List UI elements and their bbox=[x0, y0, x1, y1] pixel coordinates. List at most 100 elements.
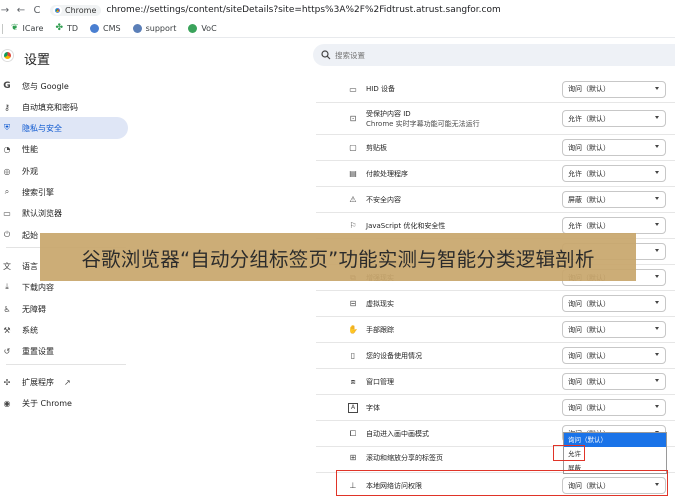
permission-select-value: 询问（默认） bbox=[568, 403, 610, 412]
chrome-logo-icon bbox=[53, 5, 62, 15]
url-text[interactable]: chrome://settings/content/siteDetails?si… bbox=[106, 5, 500, 15]
sidebar-item-performance[interactable]: ◔ 性能 bbox=[0, 138, 128, 160]
sidebar-item-label: 搜索引擎 bbox=[22, 187, 54, 197]
permission-select[interactable]: 允许（默认） bbox=[562, 110, 666, 127]
chevron-down-icon bbox=[655, 353, 659, 356]
accessibility-icon: ♿ bbox=[3, 304, 11, 314]
bookmark-td[interactable]: ✤ TD bbox=[55, 23, 78, 34]
sidebar: G 您与 Google ⚷ 自动填充和密码 ⛨ 隐私与安全 ◔ 性能 ◎ 外观 … bbox=[0, 74, 140, 500]
bookmark-voc[interactable]: VoC bbox=[188, 24, 217, 33]
globe-icon bbox=[90, 24, 100, 33]
permission-label: 付款处理程序 bbox=[366, 169, 408, 178]
speedometer-icon: ◔ bbox=[3, 144, 11, 154]
sidebar-item-label: 自动填充和密码 bbox=[22, 102, 78, 112]
permission-select-value: 询问（默认） bbox=[568, 351, 610, 360]
sidebar-item-accessibility[interactable]: ♿ 无障碍 bbox=[0, 298, 128, 320]
permission-select[interactable]: 询问（默认） bbox=[562, 295, 666, 312]
permission-select[interactable]: 允许（默认） bbox=[562, 165, 666, 182]
permission-select-value: 询问（默认） bbox=[568, 325, 610, 334]
permission-select[interactable]: 询问（默认） bbox=[562, 321, 666, 338]
sidebar-item-label: 系统 bbox=[22, 325, 38, 335]
search-box[interactable] bbox=[313, 44, 675, 66]
bookmark-label: support bbox=[145, 24, 177, 33]
vr-icon: ⊟ bbox=[349, 299, 357, 308]
sidebar-item-label: 重置设置 bbox=[22, 346, 54, 356]
sidebar-item-privacy[interactable]: ⛨ 隐私与安全 bbox=[0, 117, 128, 139]
bookmark-support[interactable]: support bbox=[132, 24, 177, 33]
bookmark-label: VoC bbox=[201, 24, 217, 33]
sidebar-item-autofill[interactable]: ⚷ 自动填充和密码 bbox=[0, 96, 128, 118]
permission-label: 手部跟踪 bbox=[366, 325, 394, 334]
sidebar-item-label: 语言 bbox=[22, 261, 38, 271]
chevron-down-icon bbox=[655, 197, 659, 200]
browser-icon: ▭ bbox=[3, 208, 11, 218]
permission-select[interactable]: 询问（默认） bbox=[562, 347, 666, 364]
search-input[interactable] bbox=[335, 50, 635, 60]
search-icon bbox=[321, 50, 331, 60]
download-icon: ⤓ bbox=[5, 282, 9, 291]
google-g-icon: G bbox=[3, 81, 11, 91]
sidebar-item-system[interactable]: ⚒ 系统 bbox=[0, 319, 128, 341]
power-icon: ⏻ bbox=[3, 230, 11, 239]
payment-icon: ▤ bbox=[349, 169, 357, 178]
permission-row-insecure-content: ⚠ 不安全内容 屏蔽（默认） bbox=[316, 186, 675, 212]
puzzle-icon: ✣ bbox=[3, 377, 11, 387]
search-icon: ⌕ bbox=[4, 187, 10, 196]
sidebar-item-label: 默认浏览器 bbox=[22, 208, 62, 218]
chevron-down-icon bbox=[655, 405, 659, 408]
globe-icon bbox=[188, 24, 198, 33]
chrome-chip[interactable]: Chrome bbox=[50, 4, 102, 16]
sidebar-item-about[interactable]: ◉ 关于 Chrome bbox=[0, 392, 128, 414]
permission-select[interactable]: 屏蔽（默认） bbox=[562, 191, 666, 208]
leaf-icon: ❦ bbox=[11, 23, 19, 33]
title-banner: 谷歌浏览器“自动分组标签页”功能实测与智能分类逻辑剖析 bbox=[40, 233, 636, 281]
forward-icon[interactable]: → bbox=[0, 5, 10, 16]
permission-row-clipboard: ▢ 剪贴板 询问（默认） bbox=[316, 134, 675, 160]
permission-row-hand-tracking: ✋ 手部跟踪 询问（默认） bbox=[316, 316, 675, 342]
sidebar-item-label: 您与 Google bbox=[22, 81, 69, 91]
chevron-down-icon bbox=[655, 116, 659, 119]
sidebar-item-google[interactable]: G 您与 Google bbox=[0, 75, 128, 97]
chevron-down-icon bbox=[655, 86, 659, 90]
sidebar-item-extensions[interactable]: ✣ 扩展程序 ↗ bbox=[0, 371, 128, 393]
chrome-icon: ◉ bbox=[3, 398, 11, 408]
permission-select-value: 询问（默认） bbox=[568, 85, 610, 93]
permission-select[interactable]: 询问（默认） bbox=[562, 80, 666, 98]
bookmark-cms[interactable]: CMS bbox=[90, 24, 121, 33]
warning-icon: ⚠ bbox=[349, 195, 357, 204]
chevron-down-icon bbox=[655, 327, 659, 330]
window-icon: ⧈ bbox=[350, 376, 356, 386]
sidebar-item-default-browser[interactable]: ▭ 默认浏览器 bbox=[0, 202, 128, 224]
sidebar-item-reset[interactable]: ↺ 重置设置 bbox=[0, 340, 128, 362]
bookmark-icare[interactable]: ❦ ICare bbox=[11, 23, 43, 34]
leaf-icon: ✤ bbox=[55, 23, 63, 33]
back-arrow-icon[interactable]: ← bbox=[14, 5, 28, 16]
permission-label: 受保护内容 ID bbox=[366, 109, 411, 118]
permission-select[interactable]: 询问（默认） bbox=[562, 139, 666, 156]
sidebar-item-appearance[interactable]: ◎ 外观 bbox=[0, 160, 128, 182]
permission-select[interactable]: 允许（默认） bbox=[562, 217, 666, 234]
permission-label: 窗口管理 bbox=[366, 377, 394, 386]
device-usage-icon: ▯ bbox=[350, 351, 356, 360]
permission-select[interactable]: 询问（默认） bbox=[562, 373, 666, 390]
sidebar-item-label: 外观 bbox=[22, 166, 38, 176]
permission-row-vr: ⊟ 虚拟现实 询问（默认） bbox=[316, 290, 675, 316]
permission-select[interactable]: 询问（默认） bbox=[562, 399, 666, 416]
permission-select-value: 询问（默认） bbox=[568, 143, 610, 152]
sidebar-item-label: 关于 Chrome bbox=[22, 398, 72, 408]
permission-row-window-management: ⧈ 窗口管理 询问（默认） bbox=[316, 368, 675, 394]
settings-header: 设置 bbox=[0, 38, 675, 74]
reload-icon[interactable]: C bbox=[30, 5, 44, 16]
sidebar-item-label: 性能 bbox=[22, 144, 38, 154]
permission-select-value: 询问（默认） bbox=[568, 377, 610, 386]
font-icon: A bbox=[348, 402, 358, 413]
permission-select-value: 允许（默认） bbox=[568, 169, 610, 178]
hid-icon: ▭ bbox=[349, 84, 357, 94]
permission-sublabel: Chrome 实时字幕功能可能无法运行 bbox=[366, 119, 480, 128]
permission-label: 虚拟现实 bbox=[366, 299, 394, 308]
sidebar-item-search-engine[interactable]: ⌕ 搜索引擎 bbox=[0, 181, 128, 203]
chevron-down-icon bbox=[655, 249, 659, 252]
protected-content-icon: ⊡ bbox=[349, 114, 357, 123]
javascript-icon: ⚐ bbox=[349, 221, 357, 230]
permission-label: 滚动和缩放分享的标签页 bbox=[366, 453, 443, 462]
